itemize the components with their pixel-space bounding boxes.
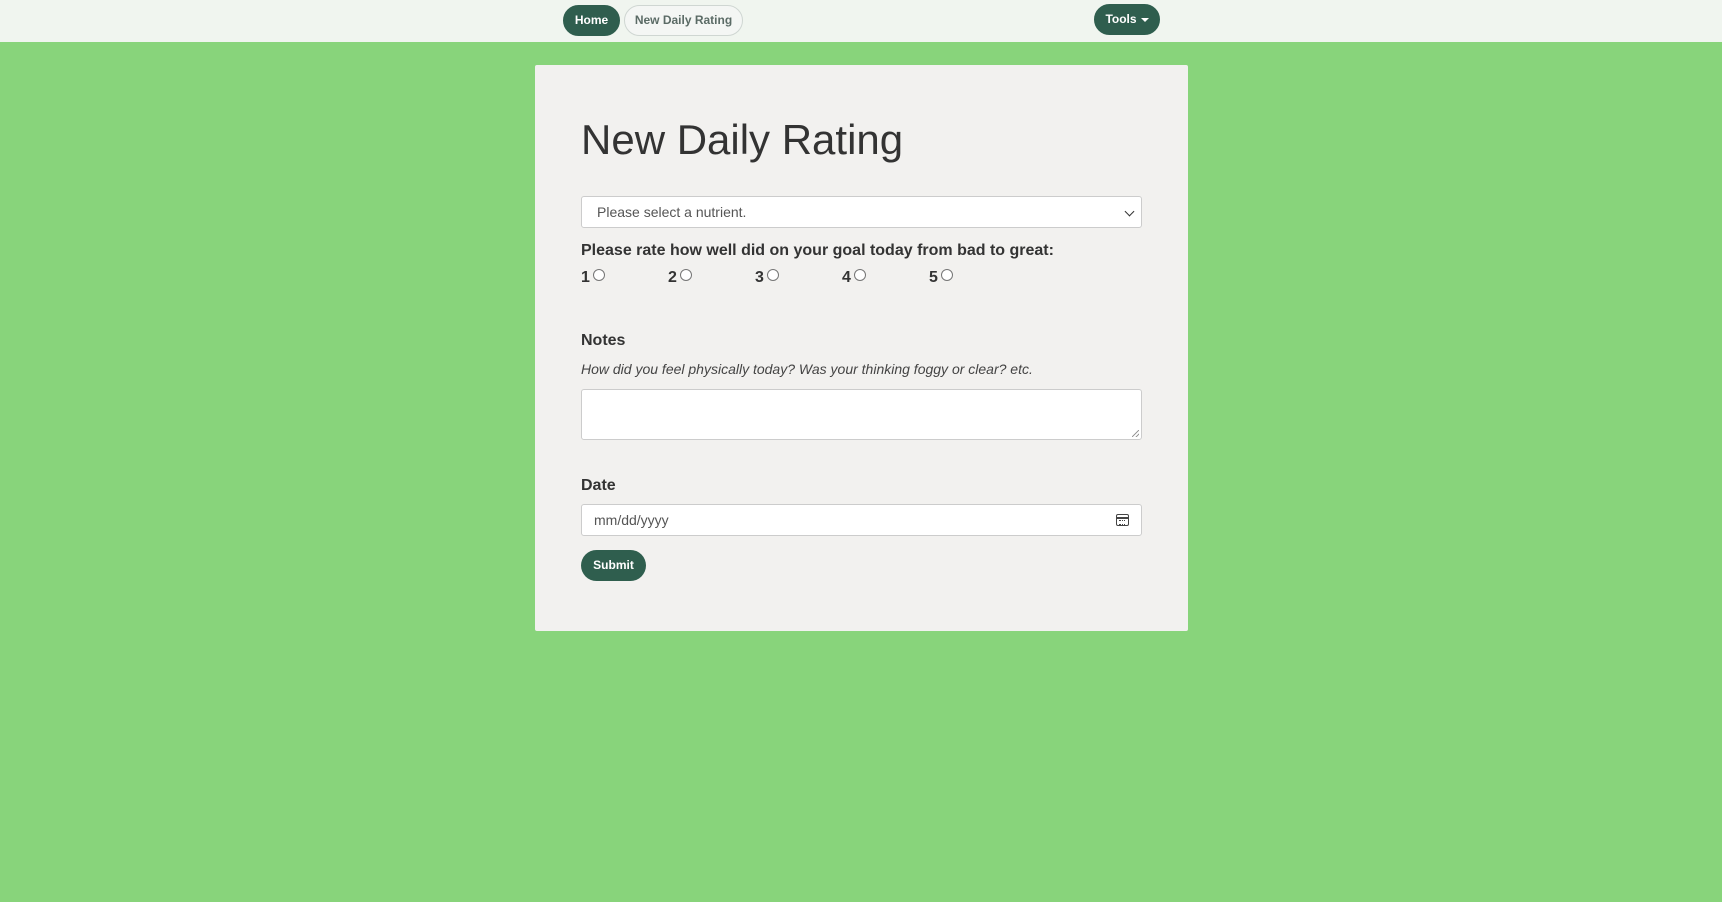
rating-option-5[interactable]: 5 <box>929 269 953 289</box>
resize-handle-icon[interactable] <box>1132 430 1139 437</box>
nav-home-button[interactable]: Home <box>563 5 620 36</box>
rating-option-3[interactable]: 3 <box>755 269 779 289</box>
nutrient-select[interactable]: Please select a nutrient. <box>581 196 1142 228</box>
nav-tools-dropdown[interactable]: Tools <box>1094 4 1160 35</box>
rating-option-label: 2 <box>668 269 677 286</box>
rating-option-label: 1 <box>581 269 590 286</box>
radio-button[interactable] <box>766 269 779 281</box>
rating-option-1[interactable]: 1 <box>581 269 605 289</box>
rating-question-label: Please rate how well did on your goal to… <box>581 242 1054 259</box>
submit-button[interactable]: Submit <box>581 550 646 581</box>
radio-button[interactable] <box>940 269 953 281</box>
date-label: Date <box>581 477 616 494</box>
radio-button[interactable] <box>679 269 692 281</box>
nav-new-daily-rating-button[interactable]: New Daily Rating <box>624 5 743 36</box>
radio-button[interactable] <box>853 269 866 281</box>
nutrient-select-value: Please select a nutrient. <box>597 204 747 220</box>
date-input-placeholder: mm/dd/yyyy <box>594 512 669 528</box>
caret-down-icon <box>1140 17 1149 22</box>
rating-option-2[interactable]: 2 <box>668 269 692 289</box>
top-navbar: Home New Daily Rating Tools <box>0 0 1722 42</box>
page-title: New Daily Rating <box>581 116 904 163</box>
notes-textarea[interactable] <box>581 389 1142 440</box>
date-input[interactable]: mm/dd/yyyy <box>581 504 1142 536</box>
chevron-down-icon <box>1124 206 1135 217</box>
rating-option-label: 5 <box>929 269 938 286</box>
rating-option-4[interactable]: 4 <box>842 269 866 289</box>
rating-form-card: New Daily Rating Please select a nutrien… <box>535 65 1188 631</box>
calendar-icon[interactable] <box>1116 514 1129 526</box>
rating-option-label: 3 <box>755 269 764 286</box>
notes-label: Notes <box>581 332 626 349</box>
notes-help-text: How did you feel physically today? Was y… <box>581 361 1033 377</box>
rating-option-label: 4 <box>842 269 851 286</box>
nav-tools-label: Tools <box>1105 12 1137 26</box>
radio-button[interactable] <box>592 269 605 281</box>
